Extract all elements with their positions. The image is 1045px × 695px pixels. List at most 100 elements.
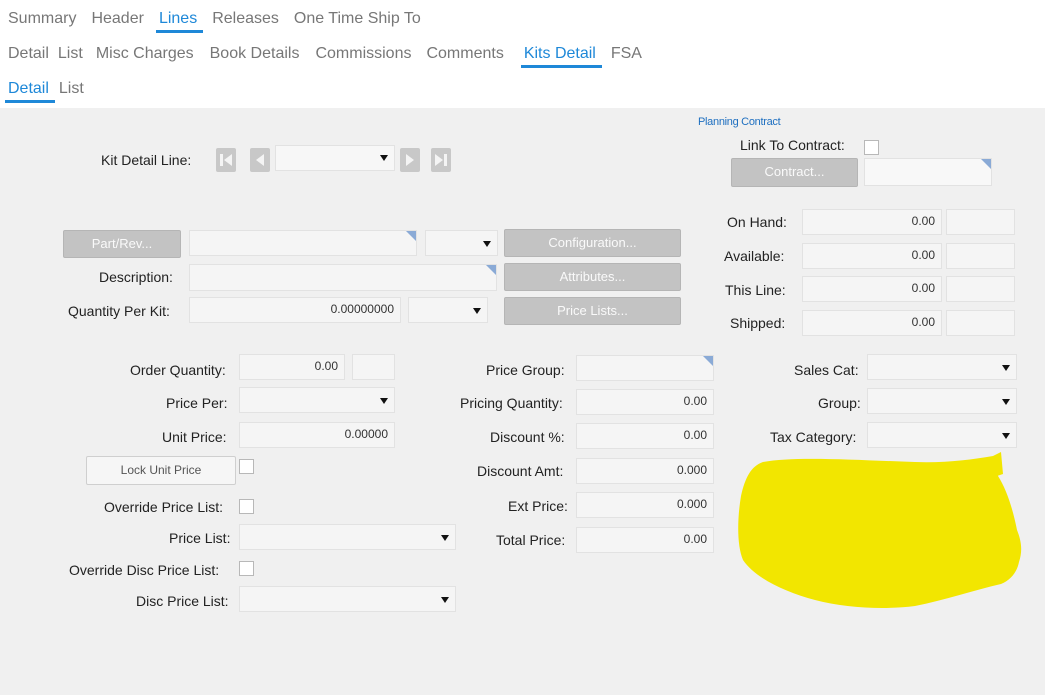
next-record-button[interactable] bbox=[400, 148, 420, 172]
group-label: Group: bbox=[818, 395, 861, 411]
ext-price-label: Ext Price: bbox=[508, 498, 568, 514]
chevron-down-icon bbox=[380, 155, 388, 161]
rev-select[interactable] bbox=[425, 230, 498, 256]
price-per-select[interactable] bbox=[239, 387, 395, 413]
price-per-label: Price Per: bbox=[166, 395, 228, 411]
prev-record-button[interactable] bbox=[250, 148, 270, 172]
tab-detail[interactable]: Detail bbox=[8, 45, 49, 63]
chevron-down-icon bbox=[1002, 399, 1010, 405]
discount-pct-label: Discount %: bbox=[490, 429, 565, 445]
qty-per-kit-uom-select[interactable] bbox=[408, 297, 488, 323]
prev-record-icon bbox=[256, 154, 264, 166]
tab-kits-detail[interactable]: Kits Detail bbox=[520, 45, 602, 68]
discount-amt-field[interactable]: 0.000 bbox=[576, 458, 714, 484]
this-line-value: 0.00 bbox=[802, 276, 942, 302]
kit-detail-line-select[interactable] bbox=[275, 145, 395, 171]
tab-one-time-ship-to[interactable]: One Time Ship To bbox=[294, 10, 421, 28]
first-record-button[interactable] bbox=[216, 148, 236, 172]
total-price-field: 0.00 bbox=[576, 527, 714, 553]
disc-price-list-select[interactable] bbox=[239, 586, 456, 612]
tab-kit-detail[interactable]: Detail bbox=[5, 80, 55, 103]
yellow-highlight-redaction bbox=[738, 452, 1022, 608]
available-value: 0.00 bbox=[802, 243, 942, 269]
lock-unit-price-button[interactable]: Lock Unit Price bbox=[86, 456, 236, 485]
sales-cat-select[interactable] bbox=[867, 354, 1017, 380]
override-disc-price-list-checkbox[interactable] bbox=[239, 561, 254, 576]
this-line-label: This Line: bbox=[725, 282, 786, 298]
tax-category-select[interactable] bbox=[867, 422, 1017, 448]
on-hand-extra bbox=[946, 209, 1015, 235]
part-rev-field[interactable] bbox=[189, 230, 417, 256]
tab-commissions[interactable]: Commissions bbox=[315, 45, 411, 63]
price-group-label: Price Group: bbox=[486, 362, 565, 378]
pricing-quantity-field: 0.00 bbox=[576, 389, 714, 415]
order-quantity-label: Order Quantity: bbox=[130, 362, 226, 378]
part-rev-button[interactable]: Part/Rev... bbox=[63, 230, 181, 258]
first-record-icon bbox=[220, 154, 232, 166]
price-list-label: Price List: bbox=[169, 530, 231, 546]
tax-category-label: Tax Category: bbox=[770, 429, 857, 445]
price-lists-button[interactable]: Price Lists... bbox=[504, 297, 681, 325]
chevron-down-icon bbox=[441, 597, 449, 603]
pricing-quantity-label: Pricing Quantity: bbox=[460, 395, 563, 411]
link-to-contract-label: Link To Contract: bbox=[740, 137, 845, 153]
chevron-down-icon bbox=[1002, 365, 1010, 371]
tab-book-details[interactable]: Book Details bbox=[210, 45, 300, 63]
shipped-label: Shipped: bbox=[730, 315, 786, 331]
tab-header[interactable]: Header bbox=[91, 10, 143, 28]
override-disc-price-list-label: Override Disc Price List: bbox=[69, 562, 220, 578]
lock-unit-price-checkbox[interactable] bbox=[239, 459, 254, 474]
group-select[interactable] bbox=[867, 388, 1017, 414]
ext-price-field: 0.000 bbox=[576, 492, 714, 518]
price-list-select[interactable] bbox=[239, 524, 456, 550]
available-extra bbox=[946, 243, 1015, 269]
tab-summary[interactable]: Summary bbox=[8, 10, 76, 28]
tab-releases[interactable]: Releases bbox=[212, 10, 279, 28]
tabs-level2: Detail List Misc Charges Book Details Commis… bbox=[8, 45, 657, 69]
attributes-button[interactable]: Attributes... bbox=[504, 263, 681, 291]
unit-price-field[interactable]: 0.00000 bbox=[239, 422, 395, 448]
qty-per-kit-field[interactable]: 0.00000000 bbox=[189, 297, 401, 323]
sales-cat-label: Sales Cat: bbox=[794, 362, 859, 378]
tab-misc-charges[interactable]: Misc Charges bbox=[96, 45, 194, 63]
chevron-down-icon bbox=[1002, 433, 1010, 439]
disc-price-list-label: Disc Price List: bbox=[136, 593, 229, 609]
tabs-level3: Detail List bbox=[5, 80, 99, 104]
unit-price-label: Unit Price: bbox=[162, 429, 227, 445]
shipped-value: 0.00 bbox=[802, 310, 942, 336]
override-price-list-checkbox[interactable] bbox=[239, 499, 254, 514]
tab-list[interactable]: List bbox=[58, 45, 83, 63]
tab-fsa[interactable]: FSA bbox=[611, 45, 642, 63]
discount-pct-field[interactable]: 0.00 bbox=[576, 423, 714, 449]
total-price-label: Total Price: bbox=[496, 532, 566, 548]
order-quantity-uom[interactable] bbox=[352, 354, 395, 380]
description-field[interactable] bbox=[189, 264, 497, 291]
override-price-list-label: Override Price List: bbox=[104, 499, 224, 515]
tab-lines[interactable]: Lines bbox=[155, 10, 204, 33]
planning-contract-heading: Planning Contract bbox=[698, 116, 781, 128]
description-label: Description: bbox=[99, 269, 173, 285]
discount-amt-label: Discount Amt: bbox=[477, 463, 564, 479]
shipped-extra bbox=[946, 310, 1015, 336]
contract-field[interactable] bbox=[864, 158, 992, 186]
qty-per-kit-label: Quantity Per Kit: bbox=[68, 303, 170, 319]
this-line-extra bbox=[946, 276, 1015, 302]
last-record-button[interactable] bbox=[431, 148, 451, 172]
tabs-level1: Summary Header Lines Releases One Time Ship … bbox=[8, 10, 436, 34]
tab-comments[interactable]: Comments bbox=[426, 45, 503, 63]
available-label: Available: bbox=[724, 248, 785, 264]
order-quantity-field[interactable]: 0.00 bbox=[239, 354, 345, 380]
chevron-down-icon bbox=[380, 398, 388, 404]
on-hand-value: 0.00 bbox=[802, 209, 942, 235]
chevron-down-icon bbox=[441, 535, 449, 541]
kit-detail-line-label: Kit Detail Line: bbox=[101, 152, 192, 168]
contract-button[interactable]: Contract... bbox=[731, 158, 858, 187]
price-group-field[interactable] bbox=[576, 355, 714, 381]
last-record-icon bbox=[435, 154, 447, 166]
chevron-down-icon bbox=[473, 308, 481, 314]
chevron-down-icon bbox=[483, 241, 491, 247]
tab-kit-list[interactable]: List bbox=[59, 80, 84, 98]
link-to-contract-checkbox[interactable] bbox=[864, 140, 879, 155]
configuration-button[interactable]: Configuration... bbox=[504, 229, 681, 257]
on-hand-label: On Hand: bbox=[727, 214, 787, 230]
